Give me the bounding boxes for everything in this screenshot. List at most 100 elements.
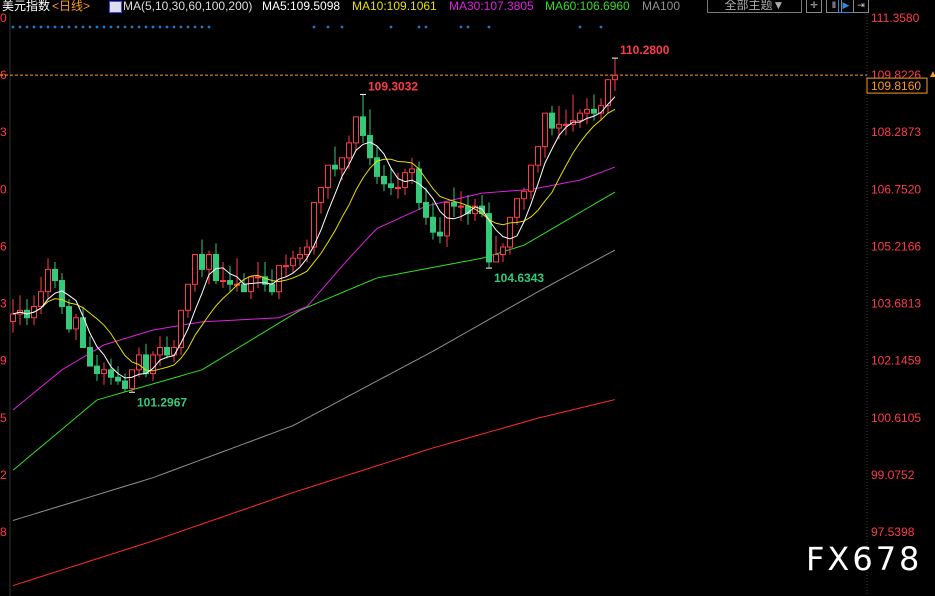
left-tick-fragment: 3: [0, 125, 7, 139]
candle-up: [157, 346, 163, 356]
signal-dot: [165, 25, 169, 29]
ma10-value: MA10:109.1061: [352, 0, 437, 13]
candle-up: [577, 112, 583, 122]
expand-right-icon[interactable]: ⇥: [853, 0, 869, 13]
candle-up: [535, 146, 541, 166]
candle-up: [171, 346, 177, 356]
signal-dot: [578, 25, 582, 29]
signal-dot: [144, 25, 148, 29]
signal-dot: [95, 25, 99, 29]
candle-up: [255, 276, 261, 279]
signal-dot: [200, 25, 204, 29]
left-tick-fragment: 5: [0, 411, 7, 425]
candle-down: [115, 376, 121, 382]
y-tick-label: 100.6105: [871, 411, 921, 425]
watermark-logo: FX678: [806, 540, 923, 578]
signal-dot: [123, 25, 127, 29]
signal-dot: [39, 25, 43, 29]
y-tick-label: 99.0752: [871, 468, 915, 482]
y-tick-label: 102.1459: [871, 354, 921, 368]
candle-up: [311, 201, 317, 248]
candle-down: [591, 108, 597, 114]
signal-dot: [417, 25, 421, 29]
y-tick-label: 97.5398: [871, 525, 915, 539]
signal-dot: [326, 25, 330, 29]
theme-dropdown-button[interactable]: 全部主题▼: [707, 0, 802, 13]
signal-dot: [151, 25, 155, 29]
play-icon[interactable]: ▶: [838, 0, 854, 13]
candle-up: [500, 246, 506, 256]
signal-dot: [466, 25, 470, 29]
candle-up: [283, 265, 289, 268]
candle-down: [59, 280, 65, 308]
signal-dot: [424, 25, 428, 29]
signal-dot: [25, 25, 29, 29]
candle-down: [269, 283, 275, 293]
signal-dot: [81, 25, 85, 29]
candle-up: [353, 116, 359, 144]
left-tick-fragment: 2: [0, 468, 7, 482]
left-tick-fragment: 8: [0, 525, 7, 539]
candle-up: [444, 201, 450, 237]
candle-up: [493, 254, 499, 263]
high-label: 110.2800: [620, 43, 670, 57]
candle-down: [108, 369, 114, 378]
candle-up: [185, 283, 191, 311]
signal-dot: [116, 25, 120, 29]
candle-up: [339, 157, 345, 170]
candle-down: [227, 280, 233, 285]
candle-down: [122, 380, 128, 389]
signal-dot: [599, 25, 603, 29]
candle-up: [528, 164, 534, 192]
candle-up: [192, 254, 198, 285]
ma100-value: MA100: [642, 0, 681, 13]
low-label: 101.2967: [137, 395, 187, 409]
left-tick-fragment: 6: [0, 239, 7, 253]
signal-dot: [18, 25, 22, 29]
signal-dot: [459, 25, 463, 29]
signal-dot: [46, 25, 50, 29]
indicator-chart-icon[interactable]: [109, 1, 122, 13]
candle-down: [66, 306, 72, 330]
crosshair-icon[interactable]: ✛: [806, 0, 822, 13]
symbol-name: 美元指数: [2, 0, 51, 13]
candle-up: [402, 172, 408, 189]
candle-up: [409, 168, 415, 174]
ma60-value: MA60:106.6960: [545, 0, 630, 13]
candle-down: [360, 116, 366, 136]
candle-up: [521, 190, 527, 200]
candle-down: [381, 175, 387, 185]
candle-up: [458, 205, 464, 208]
y-tick-label: 108.2873: [871, 125, 921, 139]
candle-up: [395, 187, 401, 190]
chart-header: 美元指数 <日线> MA(5,10,30,60,100,200) MA5:109…: [0, 0, 935, 14]
signal-dot: [74, 25, 78, 29]
candle-up: [346, 142, 352, 159]
signal-dot: [487, 25, 491, 29]
high-label: 109.3032: [368, 79, 418, 93]
signal-dot: [60, 25, 64, 29]
left-tick-fragment: 3: [0, 297, 7, 311]
y-tick-label: 103.6813: [871, 297, 921, 311]
signal-dot: [67, 25, 71, 29]
candle-down: [94, 365, 100, 375]
candle-up: [129, 369, 135, 389]
ma-params[interactable]: MA(5,10,30,60,100,200): [123, 0, 252, 13]
signal-dot: [158, 25, 162, 29]
candle-up: [297, 254, 303, 259]
candle-down: [87, 346, 93, 367]
period-label[interactable]: <日线>: [52, 0, 90, 13]
candle-up: [101, 369, 107, 375]
candle-down: [423, 201, 429, 218]
signal-dot: [11, 25, 15, 29]
signal-dot: [109, 25, 113, 29]
candle-up: [563, 123, 569, 126]
signal-dot: [130, 25, 134, 29]
candle-down: [213, 254, 219, 282]
signal-dot: [340, 25, 344, 29]
signal-dot: [88, 25, 92, 29]
candlestick-chart[interactable]: 111.3580109.8226108.2873106.7520105.2166…: [0, 0, 935, 596]
candle-down: [80, 317, 86, 348]
y-tick-label: 105.2166: [871, 239, 921, 253]
candle-down: [52, 268, 58, 282]
